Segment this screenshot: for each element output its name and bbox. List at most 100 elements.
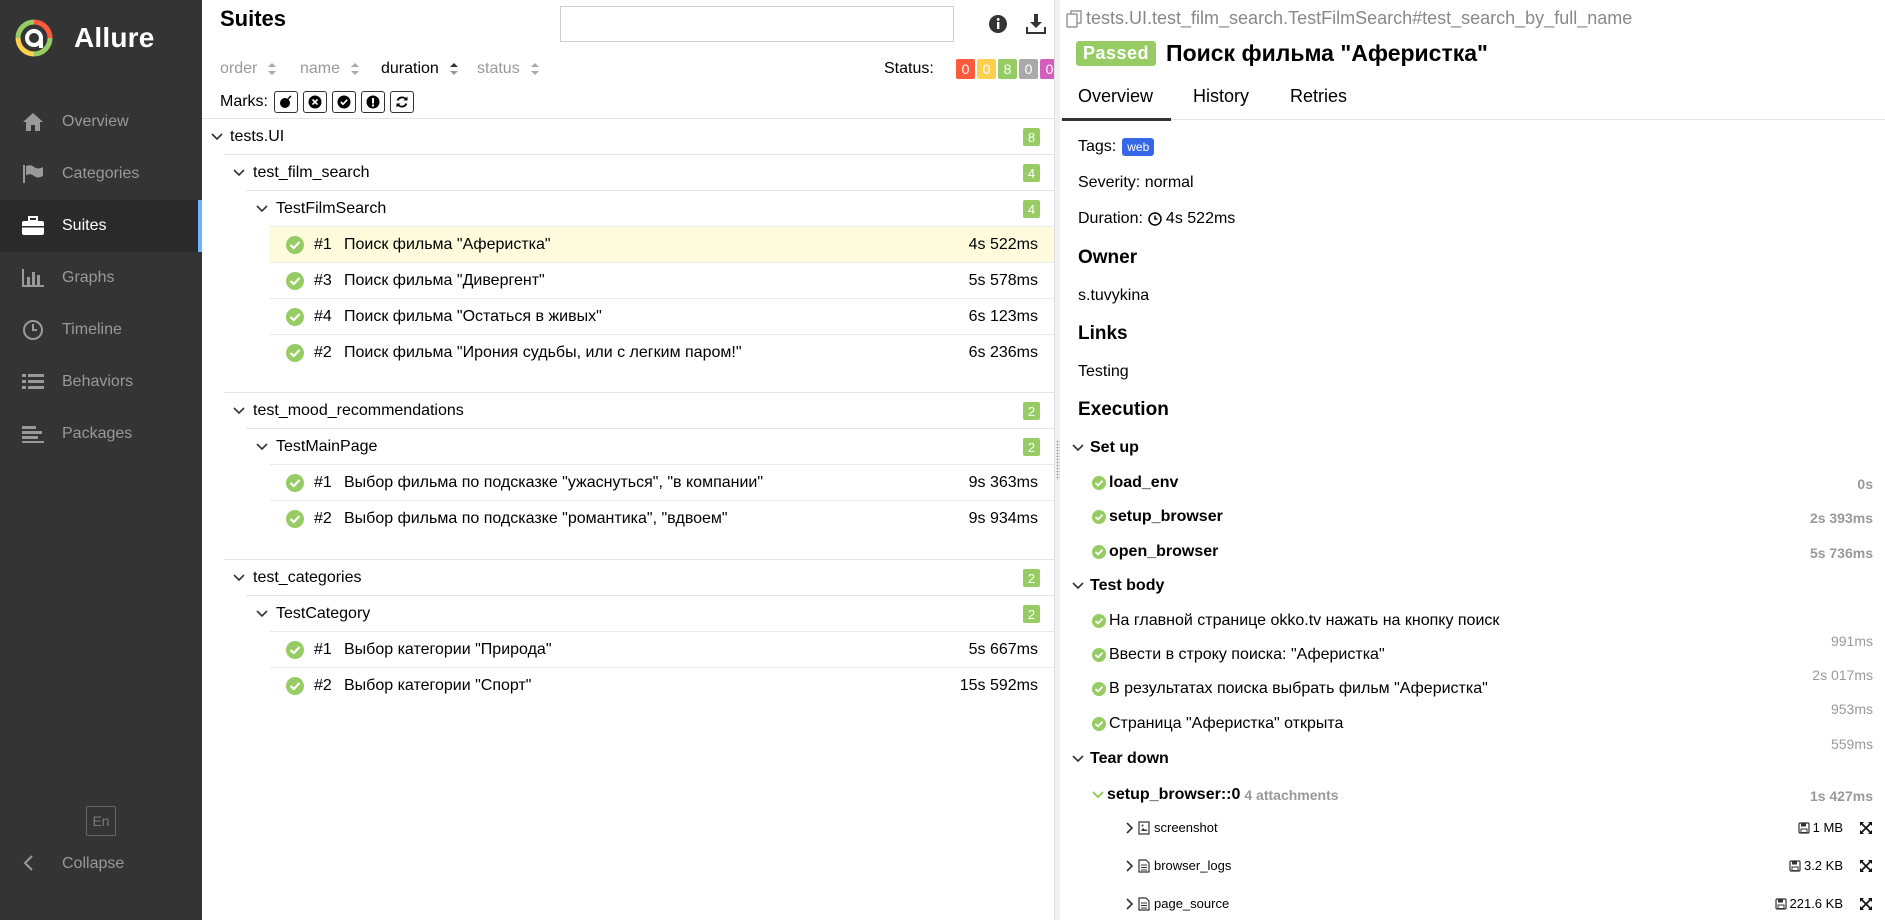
mark-new-broken-toggle[interactable]	[361, 91, 385, 113]
test-row[interactable]: #2 Выбор категории "Спорт" 15s 592ms	[270, 667, 1054, 703]
status-passed-toggle[interactable]: 8	[998, 59, 1017, 79]
test-number: #3	[314, 271, 332, 289]
sort-order[interactable]: order	[220, 60, 277, 78]
test-duration: 6s 236ms	[968, 343, 1038, 361]
attachment-size: 221.6 KB	[1774, 896, 1843, 911]
attachment-size-text: 3.2 KB	[1803, 858, 1843, 873]
test-row[interactable]: #1 Выбор категории "Природа" 5s 667ms	[270, 631, 1054, 667]
test-full-name[interactable]: tests.UI.test_film_search.TestFilmSearch…	[1066, 8, 1632, 29]
setup-section-toggle[interactable]: Set up	[1072, 439, 1139, 457]
text-file-icon	[1138, 896, 1150, 911]
test-duration: 6s 123ms	[968, 307, 1038, 325]
tree-group-row[interactable]: test_mood_recommendations 2	[202, 393, 1054, 429]
test-title-text: Поиск фильма "Аферистка"	[1166, 40, 1488, 66]
test-row[interactable]: #1 Выбор фильма по подсказке "ужаснуться…	[270, 464, 1054, 500]
test-duration: 4s 522ms	[968, 235, 1038, 253]
test-row[interactable]: #2 Выбор фильма по подсказке "романтика"…	[270, 500, 1054, 536]
tab-overview[interactable]: Overview	[1061, 84, 1172, 121]
info-icon[interactable]	[986, 12, 1010, 36]
tree-class-row[interactable]: TestMainPage 2	[202, 429, 1054, 465]
sidebar-item-label: Categories	[62, 165, 140, 182]
sort-arrows-icon	[530, 63, 539, 75]
language-button[interactable]: En	[86, 806, 116, 836]
tree-group-row[interactable]: test_film_search 4	[202, 155, 1054, 191]
sidebar-item-graphs[interactable]: Graphs	[0, 252, 202, 304]
step-row[interactable]: load_env	[1092, 474, 1178, 492]
tree-group-name: tests.UI	[230, 128, 285, 145]
tree-class-row[interactable]: TestFilmSearch 4	[202, 191, 1054, 227]
step-row[interactable]: Ввести в строку поиска: "Аферистка"	[1092, 646, 1385, 664]
brand[interactable]: Allure	[14, 18, 155, 58]
chevron-down-icon	[1072, 582, 1084, 590]
status-failed-toggle[interactable]: 0	[956, 59, 975, 79]
test-row[interactable]: #1 Поиск фильма "Аферистка" 4s 522ms	[270, 226, 1054, 262]
sort-status-label: status	[477, 60, 520, 77]
step-row[interactable]: open_browser	[1092, 543, 1218, 561]
group-count-badge: 4	[1023, 200, 1040, 218]
status-broken-toggle[interactable]: 0	[977, 59, 996, 79]
tab-history[interactable]: History	[1193, 84, 1249, 120]
step-row[interactable]: В результатах поиска выбрать фильм "Афер…	[1092, 680, 1488, 698]
expand-icon[interactable]	[1859, 897, 1873, 911]
search-input[interactable]	[560, 6, 954, 42]
sidebar-item-categories[interactable]: Categories	[0, 148, 202, 200]
list-icon	[20, 369, 46, 395]
download-icon[interactable]	[1024, 12, 1048, 36]
attachment-row[interactable]: screenshot	[1124, 820, 1218, 835]
tree-group-row[interactable]: test_categories 2	[202, 560, 1054, 596]
status-skipped-toggle[interactable]: 0	[1019, 59, 1038, 79]
sidebar-item-suites[interactable]: Suites	[0, 200, 202, 252]
sort-name-label: name	[300, 60, 341, 77]
test-name: Выбор фильма по подсказке "романтика", "…	[344, 509, 728, 527]
test-row[interactable]: #3 Поиск фильма "Дивергент" 5s 578ms	[270, 262, 1054, 298]
step-row[interactable]: Страница "Аферистка" открыта	[1092, 715, 1343, 733]
refresh-icon	[396, 96, 408, 108]
test-row[interactable]: #2 Поиск фильма "Ирония судьбы, или с ле…	[270, 334, 1054, 370]
group-count-badge: 2	[1023, 438, 1040, 456]
sort-duration[interactable]: duration	[381, 60, 459, 78]
clock-icon	[1148, 212, 1162, 226]
sidebar-item-overview[interactable]: Overview	[0, 96, 202, 148]
link-testing[interactable]: Testing	[1078, 363, 1129, 381]
exclamation-circle-icon	[366, 95, 380, 109]
attachment-row[interactable]: browser_logs	[1124, 858, 1231, 873]
step-duration: 2s 017ms	[1812, 667, 1873, 683]
step-name: Страница "Аферистка" открыта	[1109, 715, 1344, 732]
expand-icon[interactable]	[1859, 859, 1873, 873]
attachments-count: 4 attachments	[1244, 787, 1339, 803]
step-name: setup_browser	[1109, 508, 1223, 525]
sidebar-item-packages[interactable]: Packages	[0, 408, 202, 460]
marks-filter: Marks:	[220, 91, 414, 113]
test-detail-pane: tests.UI.test_film_search.TestFilmSearch…	[1060, 0, 1885, 920]
step-duration: 953ms	[1830, 701, 1873, 717]
expand-icon[interactable]	[1859, 821, 1873, 835]
tree-class-row[interactable]: TestCategory 2	[202, 596, 1054, 632]
sidebar-item-label: Overview	[62, 113, 129, 130]
step-row[interactable]: На главной странице okko.tv нажать на кн…	[1092, 612, 1499, 630]
mark-retries-toggle[interactable]	[390, 91, 414, 113]
collapse-button[interactable]: Collapse	[0, 846, 202, 882]
group-count-badge: 8	[1023, 128, 1040, 146]
step-row[interactable]: setup_browser::0 4 attachments	[1092, 786, 1339, 804]
test-row[interactable]: #4 Поиск фильма "Остаться в живых" 6s 12…	[270, 298, 1054, 334]
check-circle-icon	[1092, 717, 1106, 731]
step-name: open_browser	[1109, 543, 1219, 560]
test-name: Поиск фильма "Остаться в живых"	[344, 307, 602, 325]
teardown-section-toggle[interactable]: Tear down	[1072, 750, 1169, 768]
sidebar-item-timeline[interactable]: Timeline	[0, 304, 202, 356]
sort-order-label: order	[220, 60, 258, 77]
test-body-section-toggle[interactable]: Test body	[1072, 577, 1164, 595]
owner-heading: Owner	[1078, 247, 1138, 268]
test-name: Поиск фильма "Аферистка"	[344, 235, 551, 253]
tree-root-row[interactable]: tests.UI 8	[202, 119, 1054, 155]
sidebar-item-behaviors[interactable]: Behaviors	[0, 356, 202, 408]
sort-name[interactable]: name	[300, 60, 360, 78]
mark-flaky-toggle[interactable]	[274, 91, 298, 113]
mark-new-failed-toggle[interactable]	[303, 91, 327, 113]
mark-new-passed-toggle[interactable]	[332, 91, 356, 113]
sort-status[interactable]: status	[477, 60, 540, 78]
save-icon	[1798, 821, 1810, 834]
attachment-row[interactable]: page_source	[1124, 896, 1229, 911]
tab-retries[interactable]: Retries	[1290, 84, 1347, 120]
step-row[interactable]: setup_browser	[1092, 508, 1223, 526]
